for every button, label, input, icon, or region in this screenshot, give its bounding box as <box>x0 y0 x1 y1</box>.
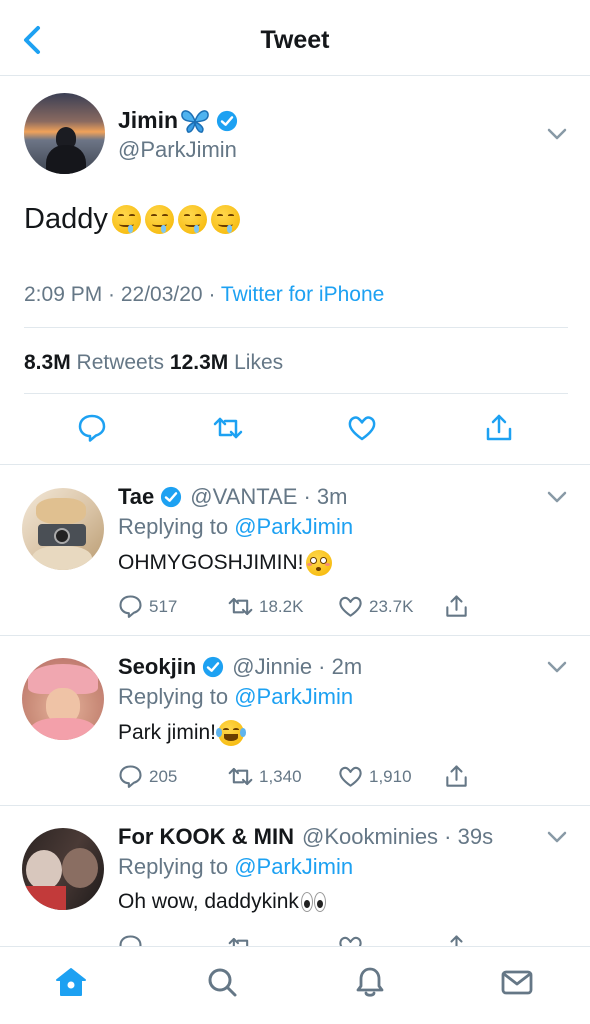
author-name[interactable]: For KOOK & MIN <box>118 824 294 850</box>
author-handle-time[interactable]: @Jinnie · 2m <box>232 654 362 680</box>
reply-text-content: Oh wow, daddykink <box>118 890 299 913</box>
retweet-button[interactable]: 1,340 <box>228 764 302 789</box>
avatar[interactable] <box>22 828 104 910</box>
page-title: Tweet <box>260 26 330 54</box>
replying-to-prefix: Replying to <box>118 854 235 879</box>
avatar[interactable] <box>24 93 105 174</box>
verified-badge-icon <box>161 486 182 508</box>
top-bar: Tweet <box>0 0 590 76</box>
replying-to-prefix: Replying to <box>118 684 235 709</box>
reply-count: 205 <box>149 766 178 786</box>
retweet-icon[interactable] <box>213 413 243 443</box>
drooling-face-emoji <box>144 205 174 234</box>
tweet-action-bar <box>0 413 590 445</box>
share-button[interactable] <box>444 594 475 619</box>
reply-text: Oh wow, daddykink <box>118 890 326 914</box>
tweet-meta: 2:09 PM · 22/03/20 · Twitter for iPhone <box>24 283 384 307</box>
likes-label[interactable]: Likes <box>228 351 283 374</box>
share-icon <box>446 595 467 617</box>
retweet-button[interactable]: 18.2K <box>228 594 303 619</box>
like-button[interactable]: 23.7K <box>338 594 413 619</box>
reply-count: 517 <box>149 596 178 616</box>
reply-button[interactable]: 517 <box>118 594 177 619</box>
reply-icon <box>119 595 142 618</box>
retweet-count: 1,340 <box>259 766 302 786</box>
replying-to-prefix: Replying to <box>118 514 235 539</box>
likes-count[interactable]: 12.3M <box>170 351 228 374</box>
chevron-down-icon[interactable] <box>546 660 568 674</box>
avatar[interactable] <box>22 488 104 570</box>
tears-of-joy-emoji <box>215 720 247 746</box>
tweet-source-link[interactable]: Twitter for iPhone <box>221 283 384 306</box>
reply-tweet[interactable]: Tae @VANTAE · 3m Replying to @ParkJimin … <box>0 466 590 636</box>
like-button[interactable]: 1,910 <box>338 764 412 789</box>
retweet-icon <box>228 767 253 786</box>
butterfly-icon <box>181 109 209 133</box>
bottom-tab-bar <box>0 946 590 1024</box>
verified-badge-icon <box>216 110 238 131</box>
divider <box>24 393 568 394</box>
share-button[interactable] <box>444 764 475 789</box>
like-count: 23.7K <box>369 596 414 616</box>
replying-to: Replying to @ParkJimin <box>118 684 353 710</box>
tweet-text-content: Daddy <box>24 203 108 235</box>
avatar[interactable] <box>22 658 104 740</box>
reply-button[interactable]: 205 <box>118 764 177 789</box>
verified-badge-icon <box>203 656 224 678</box>
drooling-face-emoji <box>177 205 207 234</box>
replying-to: Replying to @ParkJimin <box>118 854 353 880</box>
retweets-label[interactable]: Retweets <box>71 351 170 374</box>
reply-tweet[interactable]: Seokjin @Jinnie · 2m Replying to @ParkJi… <box>0 636 590 806</box>
replying-to-link[interactable]: @ParkJimin <box>234 514 353 539</box>
drooling-face-emoji <box>111 205 141 234</box>
reply-icon[interactable] <box>77 413 107 443</box>
share-icon <box>446 765 467 787</box>
author-name-row: Tae @VANTAE · 3m <box>118 484 347 510</box>
chevron-down-icon[interactable] <box>546 490 568 504</box>
tweet-stats: 8.3M Retweets 12.3M Likes <box>24 351 283 375</box>
home-icon[interactable] <box>54 965 88 999</box>
reply-text: Park jimin! <box>118 720 247 746</box>
eyes-emoji <box>300 892 326 912</box>
author-handle-time[interactable]: @Kookminies · 39s <box>302 824 493 850</box>
author-name-row: For KOOK & MIN @Kookminies · 39s <box>118 824 493 850</box>
author-handle-time[interactable]: @VANTAE · 3m <box>190 484 347 510</box>
author-name[interactable]: Jimin <box>118 107 178 134</box>
divider <box>24 327 568 328</box>
author-name-row: Jimin <box>118 107 238 134</box>
author-handle[interactable]: @ParkJimin <box>118 137 237 163</box>
author-name-row: Seokjin @Jinnie · 2m <box>118 654 362 680</box>
chevron-down-icon[interactable] <box>546 127 568 141</box>
reply-action-bar: 517 18.2K 23.7K <box>118 594 558 620</box>
replying-to-link[interactable]: @ParkJimin <box>234 684 353 709</box>
reply-text-content: OHMYGOSHJIMIN! <box>118 551 304 574</box>
messages-icon[interactable] <box>500 965 534 999</box>
author-name[interactable]: Tae <box>118 484 154 510</box>
reply-text-content: Park jimin! <box>118 721 217 744</box>
like-count: 1,910 <box>369 766 412 786</box>
notifications-icon[interactable] <box>353 965 387 999</box>
author-name[interactable]: Seokjin <box>118 654 196 680</box>
main-tweet: Jimin @ParkJimin Daddy 2:09 PM · 22/03/2… <box>0 77 590 465</box>
share-icon[interactable] <box>484 413 514 443</box>
drooling-face-emoji <box>210 205 240 234</box>
reply-icon <box>119 765 142 788</box>
retweets-count[interactable]: 8.3M <box>24 351 71 374</box>
like-icon <box>339 596 362 617</box>
retweet-icon <box>228 597 253 616</box>
retweet-count: 18.2K <box>259 596 304 616</box>
flushed-face-emoji <box>305 550 332 576</box>
replying-to-link[interactable]: @ParkJimin <box>234 854 353 879</box>
like-icon[interactable] <box>347 413 377 443</box>
reply-action-bar: 205 1,340 1,910 <box>118 764 558 790</box>
tweet-timestamp: 2:09 PM · 22/03/20 · <box>24 283 221 306</box>
search-icon[interactable] <box>205 965 239 999</box>
replying-to: Replying to @ParkJimin <box>118 514 353 540</box>
reply-text: OHMYGOSHJIMIN! <box>118 550 332 576</box>
like-icon <box>339 766 362 787</box>
chevron-down-icon[interactable] <box>546 830 568 844</box>
tweet-text: Daddy <box>24 203 240 236</box>
